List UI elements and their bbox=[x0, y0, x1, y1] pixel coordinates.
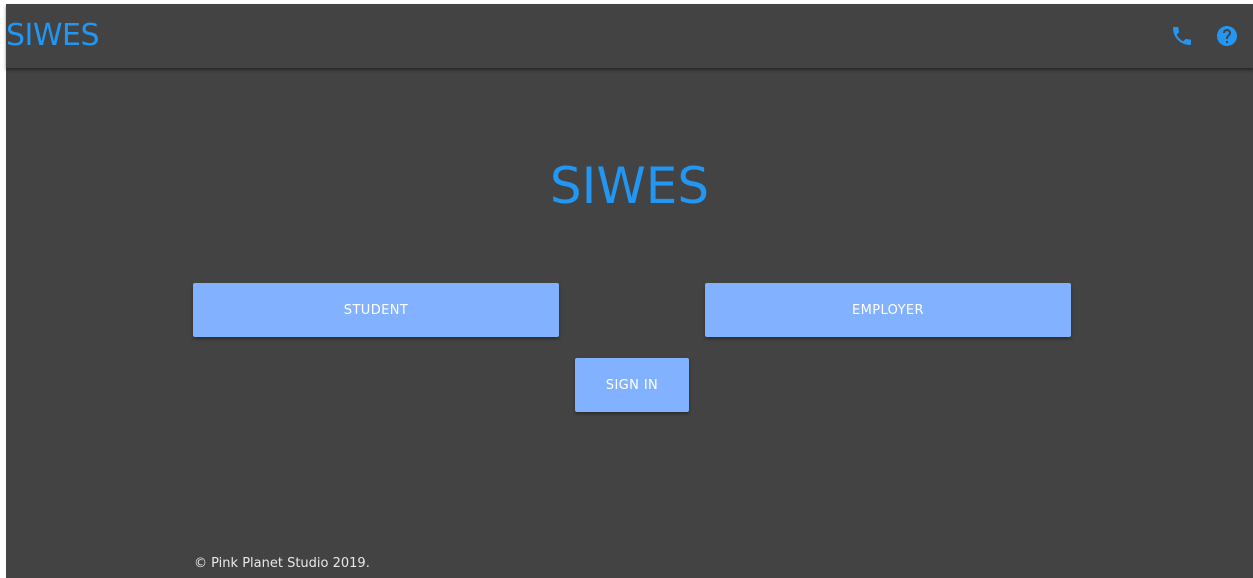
sign-in-button[interactable]: SIGN IN bbox=[575, 358, 689, 412]
footer-copyright: © Pink Planet Studio 2019. bbox=[194, 556, 370, 571]
phone-icon[interactable] bbox=[1170, 24, 1194, 48]
employer-button[interactable]: EMPLOYER bbox=[705, 283, 1071, 337]
brand-logo-link[interactable]: SIWES bbox=[6, 18, 100, 54]
help-icon[interactable] bbox=[1215, 24, 1239, 48]
top-navbar: SIWES bbox=[6, 4, 1253, 68]
student-button[interactable]: STUDENT bbox=[193, 283, 559, 337]
app-window: SIWES SIWES STUDENT EMPLOYER SIGN IN © P… bbox=[6, 4, 1253, 578]
page-title: SIWES bbox=[549, 157, 710, 215]
